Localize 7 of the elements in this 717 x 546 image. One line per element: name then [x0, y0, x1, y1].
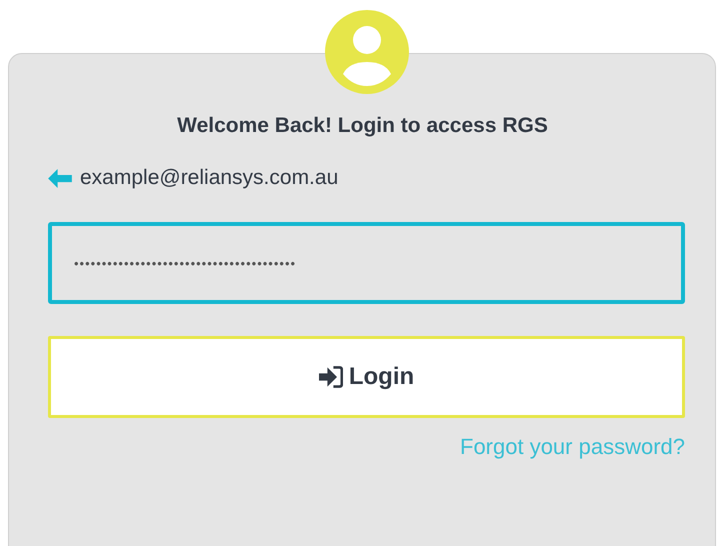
user-avatar-icon [325, 10, 409, 94]
back-arrow-icon[interactable] [48, 168, 72, 188]
password-field[interactable]: •••••••••••••••••••••••••••••••••••••••• [48, 222, 685, 304]
sign-in-icon [318, 366, 343, 388]
account-email: example@reliansys.com.au [80, 166, 338, 190]
login-button[interactable]: Login [48, 336, 685, 418]
welcome-heading: Welcome Back! Login to access RGS [176, 114, 549, 138]
